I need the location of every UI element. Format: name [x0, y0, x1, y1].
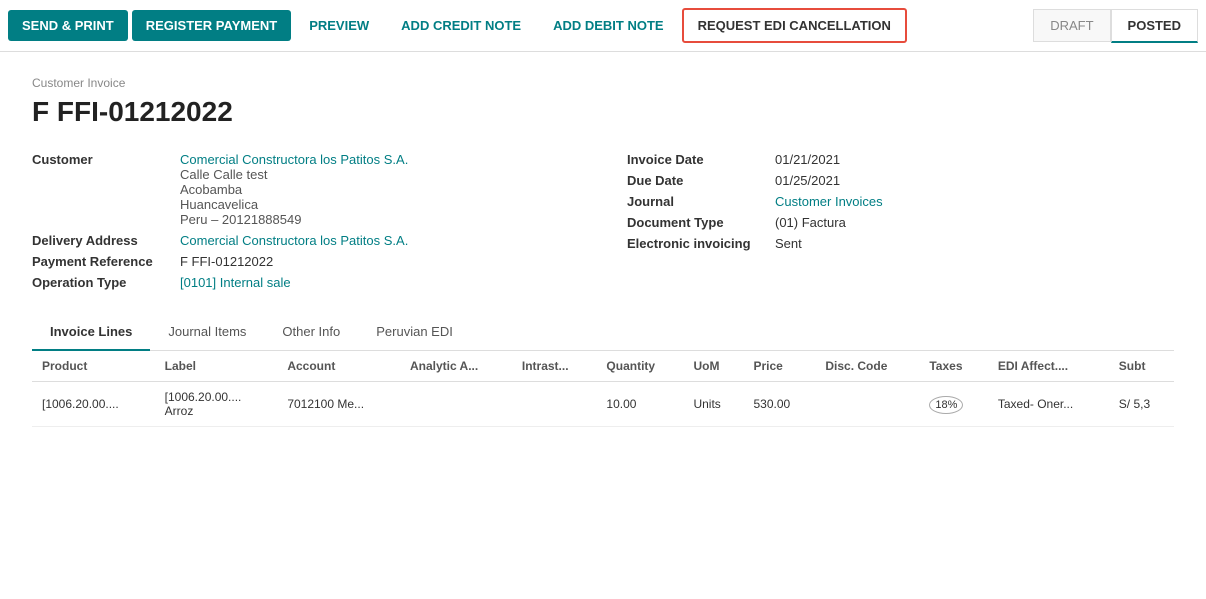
info-grid: Customer Comercial Constructora los Pati…: [32, 152, 1174, 290]
cell-intrast: [512, 382, 597, 427]
operation-type-row: Operation Type [0101] Internal sale: [32, 275, 579, 290]
cell-uom: Units: [683, 382, 743, 427]
status-posted-button[interactable]: POSTED: [1111, 9, 1198, 43]
main-content: Customer Invoice F FFI-01212022 Customer…: [0, 52, 1206, 451]
tab-other-info[interactable]: Other Info: [264, 314, 358, 351]
register-payment-button[interactable]: REGISTER PAYMENT: [132, 10, 291, 41]
table-row: [1006.20.00.... [1006.20.00.... Arroz 70…: [32, 382, 1174, 427]
cell-edi-affect: Taxed- Oner...: [988, 382, 1109, 427]
add-debit-note-button[interactable]: ADD DEBIT NOTE: [539, 10, 678, 41]
invoice-lines-table: Product Label Account Analytic A... Intr…: [32, 351, 1174, 427]
col-label: Label: [155, 351, 278, 382]
tabs-bar: Invoice Lines Journal Items Other Info P…: [32, 314, 1174, 351]
col-disc-code: Disc. Code: [815, 351, 919, 382]
label-line1: [1006.20.00....: [165, 390, 268, 404]
cell-account: 7012100 Me...: [277, 382, 400, 427]
send-print-button[interactable]: SEND & PRINT: [8, 10, 128, 41]
col-product: Product: [32, 351, 155, 382]
col-subtotal: Subt: [1109, 351, 1174, 382]
tab-journal-items[interactable]: Journal Items: [150, 314, 264, 351]
payment-reference-value: F FFI-01212022: [180, 254, 273, 269]
cell-taxes: 18%: [919, 382, 988, 427]
address-line-3: Huancavelica: [180, 197, 408, 212]
col-price: Price: [743, 351, 815, 382]
cell-product[interactable]: [1006.20.00....: [32, 382, 155, 427]
request-edi-cancellation-button[interactable]: REQUEST EDI CANCELLATION: [682, 8, 907, 43]
cell-quantity: 10.00: [596, 382, 683, 427]
col-analytic: Analytic A...: [400, 351, 512, 382]
customer-row: Customer Comercial Constructora los Pati…: [32, 152, 579, 227]
add-credit-note-button[interactable]: ADD CREDIT NOTE: [387, 10, 535, 41]
info-right: Invoice Date 01/21/2021 Due Date 01/25/2…: [627, 152, 1174, 290]
cell-label: [1006.20.00.... Arroz: [155, 382, 278, 427]
invoice-date-value: 01/21/2021: [775, 152, 840, 167]
col-uom: UoM: [683, 351, 743, 382]
status-draft-button[interactable]: DRAFT: [1033, 9, 1110, 42]
toolbar: SEND & PRINT REGISTER PAYMENT PREVIEW AD…: [0, 0, 1206, 52]
preview-button[interactable]: PREVIEW: [295, 10, 383, 41]
operation-type-value[interactable]: [0101] Internal sale: [180, 275, 291, 290]
operation-type-label: Operation Type: [32, 275, 172, 290]
cell-analytic: [400, 382, 512, 427]
document-type-row: Document Type (01) Factura: [627, 215, 1174, 230]
status-area: DRAFT POSTED: [1033, 9, 1198, 43]
address-line-4: Peru – 20121888549: [180, 212, 408, 227]
label-line2: Arroz: [165, 404, 268, 418]
delivery-address-label: Delivery Address: [32, 233, 172, 248]
address-line-2: Acobamba: [180, 182, 408, 197]
journal-label: Journal: [627, 194, 767, 209]
document-title: F FFI-01212022: [32, 96, 1174, 128]
document-type-field-value: (01) Factura: [775, 215, 846, 230]
due-date-label: Due Date: [627, 173, 767, 188]
payment-reference-label: Payment Reference: [32, 254, 172, 269]
due-date-row: Due Date 01/25/2021: [627, 173, 1174, 188]
tab-invoice-lines[interactable]: Invoice Lines: [32, 314, 150, 351]
tab-peruvian-edi[interactable]: Peruvian EDI: [358, 314, 471, 351]
customer-name[interactable]: Comercial Constructora los Patitos S.A.: [180, 152, 408, 167]
table-header-row: Product Label Account Analytic A... Intr…: [32, 351, 1174, 382]
tax-badge: 18%: [929, 396, 963, 414]
invoice-date-label: Invoice Date: [627, 152, 767, 167]
customer-label: Customer: [32, 152, 172, 167]
delivery-address-row: Delivery Address Comercial Constructora …: [32, 233, 579, 248]
document-type-field-label: Document Type: [627, 215, 767, 230]
col-intrast: Intrast...: [512, 351, 597, 382]
document-type-label: Customer Invoice: [32, 76, 1174, 90]
delivery-address-value[interactable]: Comercial Constructora los Patitos S.A.: [180, 233, 408, 248]
journal-row: Journal Customer Invoices: [627, 194, 1174, 209]
electronic-invoicing-row: Electronic invoicing Sent: [627, 236, 1174, 251]
col-edi-affect: EDI Affect....: [988, 351, 1109, 382]
payment-reference-row: Payment Reference F FFI-01212022: [32, 254, 579, 269]
address-line-1: Calle Calle test: [180, 167, 408, 182]
electronic-invoicing-label: Electronic invoicing: [627, 236, 767, 251]
col-quantity: Quantity: [596, 351, 683, 382]
customer-address-block: Comercial Constructora los Patitos S.A. …: [180, 152, 408, 227]
cell-subtotal: S/ 5,3: [1109, 382, 1174, 427]
cell-disc-code: [815, 382, 919, 427]
col-account: Account: [277, 351, 400, 382]
col-taxes: Taxes: [919, 351, 988, 382]
invoice-date-row: Invoice Date 01/21/2021: [627, 152, 1174, 167]
electronic-invoicing-value: Sent: [775, 236, 802, 251]
cell-price: 530.00: [743, 382, 815, 427]
info-left: Customer Comercial Constructora los Pati…: [32, 152, 579, 290]
due-date-value: 01/25/2021: [775, 173, 840, 188]
journal-value[interactable]: Customer Invoices: [775, 194, 883, 209]
